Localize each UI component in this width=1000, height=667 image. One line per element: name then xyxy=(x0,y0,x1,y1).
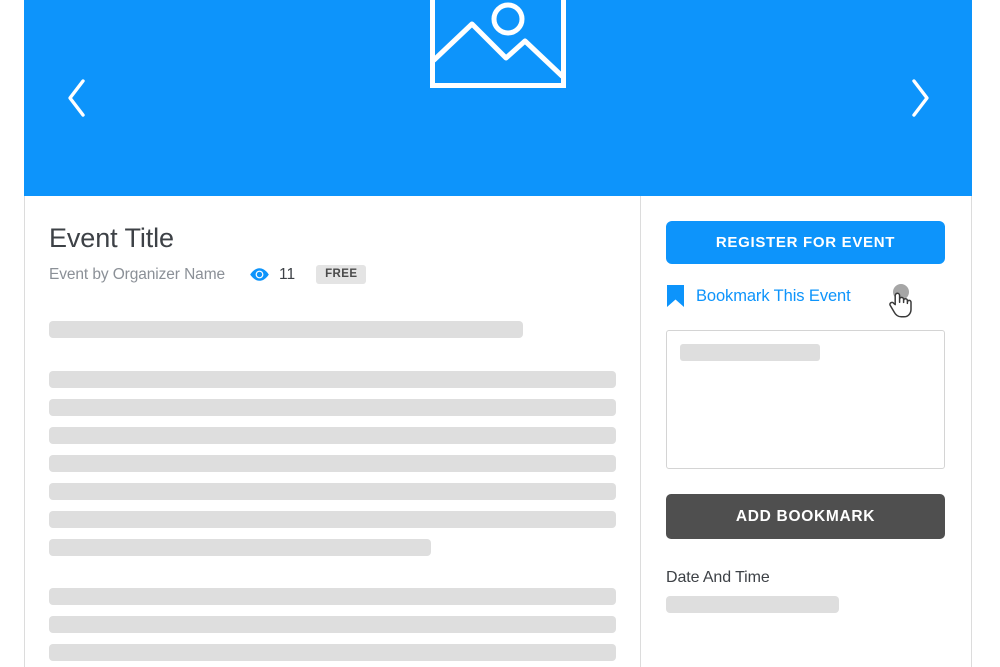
eye-icon xyxy=(249,267,270,282)
skeleton-bar xyxy=(49,616,616,634)
bookmark-this-event-link[interactable]: Bookmark This Event xyxy=(666,284,945,308)
date-and-time-label: Date And Time xyxy=(666,569,770,586)
description-paragraph-skeleton xyxy=(49,371,616,557)
skeleton-bar xyxy=(49,399,616,417)
description-footer-skeleton xyxy=(49,588,616,662)
skeleton-bar xyxy=(49,427,616,445)
event-main-column: Event Title Event by Organizer Name 11 F… xyxy=(25,196,641,667)
carousel-prev-button[interactable] xyxy=(38,0,114,196)
skeleton-bar xyxy=(49,371,616,389)
skeleton-bar xyxy=(49,321,523,339)
organizer-label: Event by Organizer Name xyxy=(49,265,226,283)
chevron-right-icon xyxy=(906,76,934,120)
skeleton-bar xyxy=(49,539,431,557)
bookmark-link-label: Bookmark This Event xyxy=(696,286,851,305)
add-bookmark-button[interactable]: ADD BOOKMARK xyxy=(666,494,945,539)
bookmark-note-textarea[interactable] xyxy=(666,330,945,469)
chevron-left-icon xyxy=(62,76,90,120)
event-banner-carousel xyxy=(24,0,972,196)
event-sidebar: REGISTER FOR EVENT Bookmark This Event A… xyxy=(641,196,971,667)
register-for-event-button[interactable]: REGISTER FOR EVENT xyxy=(666,221,945,264)
skeleton-bar xyxy=(49,511,616,529)
image-placeholder-icon xyxy=(430,0,566,88)
bookmark-icon xyxy=(666,284,685,308)
skeleton-bar xyxy=(49,483,616,501)
description-lead-skeleton xyxy=(49,321,616,339)
event-meta-row: Event by Organizer Name 11 FREE xyxy=(49,264,616,285)
carousel-next-button[interactable] xyxy=(882,0,958,196)
skeleton-bar xyxy=(49,455,616,473)
date-and-time-skeleton xyxy=(666,596,839,613)
skeleton-bar xyxy=(49,644,616,662)
view-count-value: 11 xyxy=(279,265,296,283)
page-title: Event Title xyxy=(49,223,174,253)
skeleton-bar xyxy=(49,588,616,606)
page-body: Event Title Event by Organizer Name 11 F… xyxy=(24,196,972,667)
note-placeholder-skeleton xyxy=(680,344,820,361)
view-count: 11 xyxy=(249,266,295,284)
status-badge: FREE xyxy=(316,264,367,285)
event-detail-page: Event Title Event by Organizer Name 11 F… xyxy=(0,0,1000,667)
